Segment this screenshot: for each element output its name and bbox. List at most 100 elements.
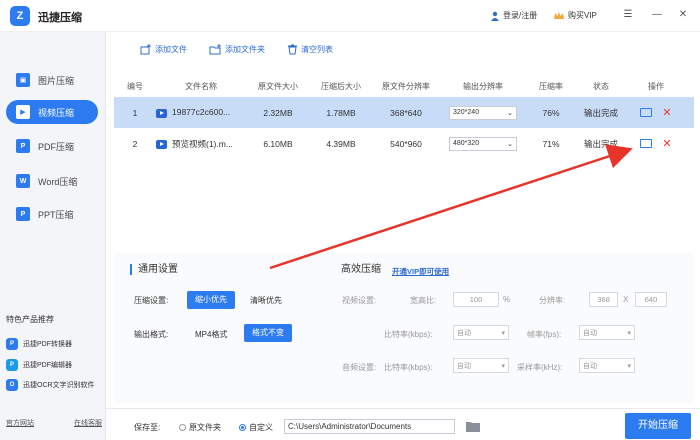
col-no: 编号 (127, 81, 143, 91)
save-path-input[interactable]: C:\Users\Administrator\Documents (284, 419, 455, 434)
col-after-size: 压缩后大小 (321, 81, 361, 91)
video-settings-label: 视频设置: (342, 296, 377, 305)
resolution-x-label: X (623, 295, 629, 304)
toolbar: 添加文件 添加文件夹 清空列表 (140, 44, 333, 55)
resolution-width-input[interactable]: 368 (589, 292, 618, 307)
online-support-link[interactable]: 在线客服 (74, 418, 102, 428)
row-name: 19877c2c600... (156, 107, 246, 118)
row-out-res: 320*240 ⌄ (440, 105, 526, 120)
output-resolution-select[interactable]: 320*240 ⌄ (449, 105, 517, 120)
recommend-ocr[interactable]: O 迅捷OCR文字识别软件 (6, 379, 95, 391)
sidebar-item-video[interactable]: ▶ 视频压缩 (6, 100, 98, 124)
col-ratio: 压缩率 (539, 81, 563, 91)
add-file-label: 添加文件 (155, 45, 187, 54)
chevron-down-icon: ⌄ (507, 140, 513, 148)
browse-folder-icon[interactable] (466, 421, 480, 432)
col-status: 状态 (593, 81, 609, 91)
chevron-down-icon: ▾ (627, 329, 631, 337)
sidebar-item-label: PPT压缩 (38, 209, 74, 220)
sidebar-item-word[interactable]: W Word压缩 (6, 169, 98, 193)
chevron-down-icon: ▾ (627, 362, 631, 370)
col-orig-res: 原文件分辨率 (382, 81, 430, 91)
output-resolution-select[interactable]: 480*320 ⌄ (449, 136, 517, 151)
row-orig-res: 368*640 (390, 107, 422, 118)
audio-bitrate-select[interactable]: 自动 ▾ (453, 358, 509, 373)
aspect-input[interactable]: 100 (453, 292, 499, 307)
table-row[interactable]: 2 预览视频(1).m... 6.10MB 4.39MB 540*960 480… (114, 128, 694, 159)
delete-icon[interactable]: ✕ (662, 138, 671, 149)
arrow-line (269, 144, 633, 270)
percent-label: % (503, 295, 511, 304)
vip-link[interactable]: 开通VIP即可使用 (392, 266, 449, 277)
sidebar-footer: 官方网站 在线客服 (6, 418, 102, 428)
add-file-icon (140, 44, 151, 55)
clear-list-label: 清空列表 (301, 45, 333, 54)
official-site-link[interactable]: 官方网站 (6, 418, 34, 428)
table-header: 编号 文件名称 原文件大小 压缩后大小 原文件分辨率 输出分辨率 压缩率 状态 … (114, 75, 694, 97)
fps-label: 帧率(fps): (527, 330, 562, 339)
resolution-height-input[interactable]: 640 (635, 292, 667, 307)
row-status: 输出完成 (583, 138, 618, 149)
sidebar-item-label: 图片压缩 (38, 75, 75, 86)
recommend-title: 特色产品推荐 (6, 315, 54, 324)
minimize-icon[interactable]: — (651, 9, 663, 21)
sidebar: ▣ 图片压缩 ▶ 视频压缩 P PDF压缩 W Word压缩 P PPT压缩 特… (0, 32, 106, 440)
clearer-first-button[interactable]: 清晰优先 (250, 295, 282, 306)
login-button[interactable]: 登录/注册 (490, 10, 537, 21)
chevron-down-icon: ▾ (501, 329, 505, 337)
output-format-label: 输出格式: (134, 330, 169, 339)
start-compress-button[interactable]: 开始压缩 (625, 413, 691, 439)
sidebar-item-label: 视频压缩 (38, 107, 75, 118)
add-folder-label: 添加文件夹 (225, 45, 265, 54)
recommend-pdf-converter[interactable]: P 迅捷PDF转换器 (6, 338, 72, 350)
vip-label: 购买VIP (568, 11, 597, 20)
settings-panel: 通用设置 压缩设置: 缩小优先 清晰优先 输出格式: MP4格式 格式不变 高效… (114, 253, 694, 403)
video-file-icon (156, 139, 167, 149)
sidebar-item-pdf[interactable]: P PDF压缩 (6, 134, 98, 158)
app-title: 迅捷压缩 (38, 12, 82, 24)
app-logo: Z (10, 6, 30, 26)
smaller-first-button[interactable]: 缩小优先 (187, 291, 235, 309)
buy-vip-button[interactable]: 购买VIP (553, 10, 597, 21)
add-folder-button[interactable]: 添加文件夹 (209, 44, 265, 55)
login-label: 登录/注册 (503, 11, 538, 20)
delete-icon[interactable]: ✕ (662, 107, 671, 118)
open-folder-icon[interactable] (640, 139, 653, 148)
col-orig-size: 原文件大小 (258, 81, 298, 91)
bottom-bar: 保存至: 原文件夹 自定义 C:\Users\Administrator\Doc… (106, 408, 700, 440)
add-file-button[interactable]: 添加文件 (140, 44, 187, 55)
pdf-editor-icon: P (6, 359, 18, 371)
audio-bitrate-label: 比特率(kbps): (384, 363, 433, 372)
mp4-format-button[interactable]: MP4格式 (195, 329, 227, 340)
row-ops: ✕ (626, 138, 686, 149)
row-ratio: 76% (542, 107, 560, 118)
sidebar-item-image[interactable]: ▣ 图片压缩 (6, 68, 98, 92)
row-no: 2 (132, 138, 138, 149)
sidebar-item-label: Word压缩 (38, 176, 78, 187)
menu-icon[interactable]: ☰ (622, 9, 634, 21)
chevron-down-icon: ⌄ (507, 109, 513, 117)
video-icon: ▶ (16, 105, 30, 119)
chevron-down-icon: ▾ (501, 362, 505, 370)
open-folder-icon[interactable] (640, 108, 653, 117)
radio-icon (179, 424, 186, 432)
file-table: 编号 文件名称 原文件大小 压缩后大小 原文件分辨率 输出分辨率 压缩率 状态 … (114, 75, 694, 159)
close-icon[interactable]: ✕ (677, 9, 689, 21)
audio-settings-label: 音频设置: (342, 363, 377, 372)
sidebar-item-ppt[interactable]: P PPT压缩 (6, 202, 98, 226)
custom-folder-radio[interactable]: 自定义 (239, 422, 273, 433)
pdf-icon: P (16, 139, 30, 153)
table-row[interactable]: 1 19877c2c600... 2.32MB 1.78MB 368*640 3… (114, 97, 694, 128)
recommend-pdf-editor[interactable]: P 迅捷PDF编辑器 (6, 359, 72, 371)
word-icon: W (16, 174, 30, 188)
row-no: 1 (132, 107, 138, 118)
original-folder-radio[interactable]: 原文件夹 (179, 422, 221, 433)
row-name: 预览视频(1).m... (156, 138, 246, 150)
row-after-size: 1.78MB (326, 107, 356, 118)
sample-rate-select[interactable]: 自动 ▾ (579, 358, 635, 373)
clear-list-button[interactable]: 清空列表 (287, 44, 333, 55)
keep-format-button[interactable]: 格式不变 (244, 324, 292, 342)
col-ops: 操作 (648, 81, 664, 91)
video-bitrate-select[interactable]: 自动 ▾ (453, 325, 509, 340)
fps-select[interactable]: 自动 ▾ (579, 325, 635, 340)
